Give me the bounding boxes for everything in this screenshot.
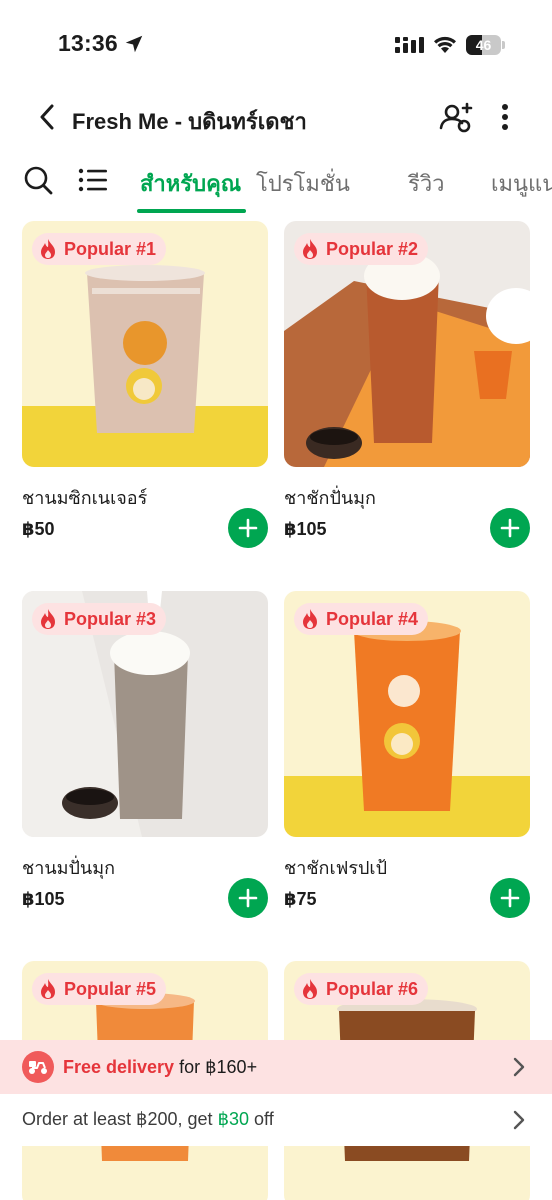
chevron-left-icon: [40, 104, 54, 130]
battery-level-text: 46: [475, 37, 492, 53]
tab-recommended[interactable]: เมนูแน: [491, 166, 552, 201]
add-to-cart-button[interactable]: [490, 508, 530, 548]
popular-badge: Popular #3: [32, 603, 167, 635]
promo-amount: ฿30: [217, 1109, 250, 1129]
free-delivery-label: Free delivery: [63, 1057, 175, 1077]
product-name: ชานมซิกเนเจอร์: [22, 488, 148, 508]
free-delivery-threshold: for ฿160+: [174, 1057, 258, 1077]
popular-badge: Popular #1: [32, 233, 167, 265]
popular-badge: Popular #2: [294, 233, 429, 265]
list-icon: [78, 168, 107, 192]
product-name: ชาชักเฟรปเป้: [284, 858, 388, 878]
badge-label: Popular #3: [64, 608, 157, 629]
product-image[interactable]: Popular #2: [284, 221, 530, 467]
plus-icon: [500, 888, 520, 908]
add-person-icon: [439, 102, 473, 133]
promo-prefix: Order at least ฿200, get: [22, 1109, 218, 1129]
battery-indicator: 46: [466, 35, 505, 55]
fire-icon: [41, 979, 55, 999]
page-title: Fresh Me - บดินทร์เดชา: [72, 109, 307, 134]
free-delivery-banner[interactable]: Free delivery for ฿160+: [0, 1040, 552, 1094]
plus-icon: [238, 888, 258, 908]
popular-badge: Popular #5: [32, 973, 167, 1005]
search-icon: [24, 166, 53, 195]
product-name: ชาชักปั่นมุก: [284, 488, 376, 508]
active-tab-indicator: [137, 209, 246, 213]
add-to-cart-button[interactable]: [490, 878, 530, 918]
location-arrow-icon: [125, 35, 143, 53]
badge-label: Popular #4: [326, 608, 419, 629]
promo-suffix: off: [249, 1109, 274, 1129]
badge-label: Popular #5: [64, 978, 157, 999]
fire-icon: [303, 239, 317, 259]
tab-reviews[interactable]: รีวิว: [408, 166, 445, 201]
fire-icon: [41, 609, 55, 629]
badge-label: Popular #1: [64, 238, 157, 259]
product-price: ฿75: [284, 889, 317, 909]
category-list-button[interactable]: [78, 166, 108, 194]
discount-promo-text: Order at least ฿200, get ฿30 off: [22, 1109, 274, 1130]
chevron-right-icon: [513, 1057, 525, 1077]
plus-icon: [500, 518, 520, 538]
scooter-icon: [22, 1051, 54, 1083]
tab-for-you[interactable]: สำหรับคุณ: [140, 166, 241, 201]
product-image[interactable]: Popular #3: [22, 591, 268, 837]
product-price: ฿105: [22, 889, 65, 909]
status-time: 13:36: [58, 30, 118, 56]
discount-promo-row[interactable]: Order at least ฿200, get ฿30 off: [0, 1094, 552, 1146]
search-button[interactable]: [22, 164, 54, 196]
signal-icon: [395, 37, 424, 53]
group-order-button[interactable]: [438, 100, 474, 134]
back-button[interactable]: [30, 100, 64, 134]
tab-promotions[interactable]: โปรโมชั่น: [256, 166, 350, 201]
status-bar: 13:36 46: [0, 0, 552, 90]
product-price: ฿105: [284, 519, 327, 539]
category-tabs: สำหรับคุณ โปรโมชั่น รีวิว เมนูแน: [0, 152, 552, 214]
product-image[interactable]: Popular #1: [22, 221, 268, 467]
more-options-button[interactable]: [492, 100, 518, 134]
badge-label: Popular #2: [326, 238, 419, 259]
fire-icon: [303, 979, 317, 999]
add-to-cart-button[interactable]: [228, 508, 268, 548]
popular-badge: Popular #6: [294, 973, 429, 1005]
product-name: ชานมปั่นมุก: [22, 858, 115, 878]
product-price: ฿50: [22, 519, 55, 539]
plus-icon: [238, 518, 258, 538]
badge-label: Popular #6: [326, 978, 419, 999]
wifi-icon: [434, 36, 456, 53]
popular-badge: Popular #4: [294, 603, 429, 635]
header: Fresh Me - บดินทร์เดชา: [0, 90, 552, 146]
free-delivery-text: Free delivery for ฿160+: [63, 1057, 257, 1078]
product-image[interactable]: Popular #4: [284, 591, 530, 837]
fire-icon: [303, 609, 317, 629]
fire-icon: [41, 239, 55, 259]
chevron-right-icon: [513, 1110, 525, 1130]
add-to-cart-button[interactable]: [228, 878, 268, 918]
more-vertical-icon: [502, 104, 508, 130]
